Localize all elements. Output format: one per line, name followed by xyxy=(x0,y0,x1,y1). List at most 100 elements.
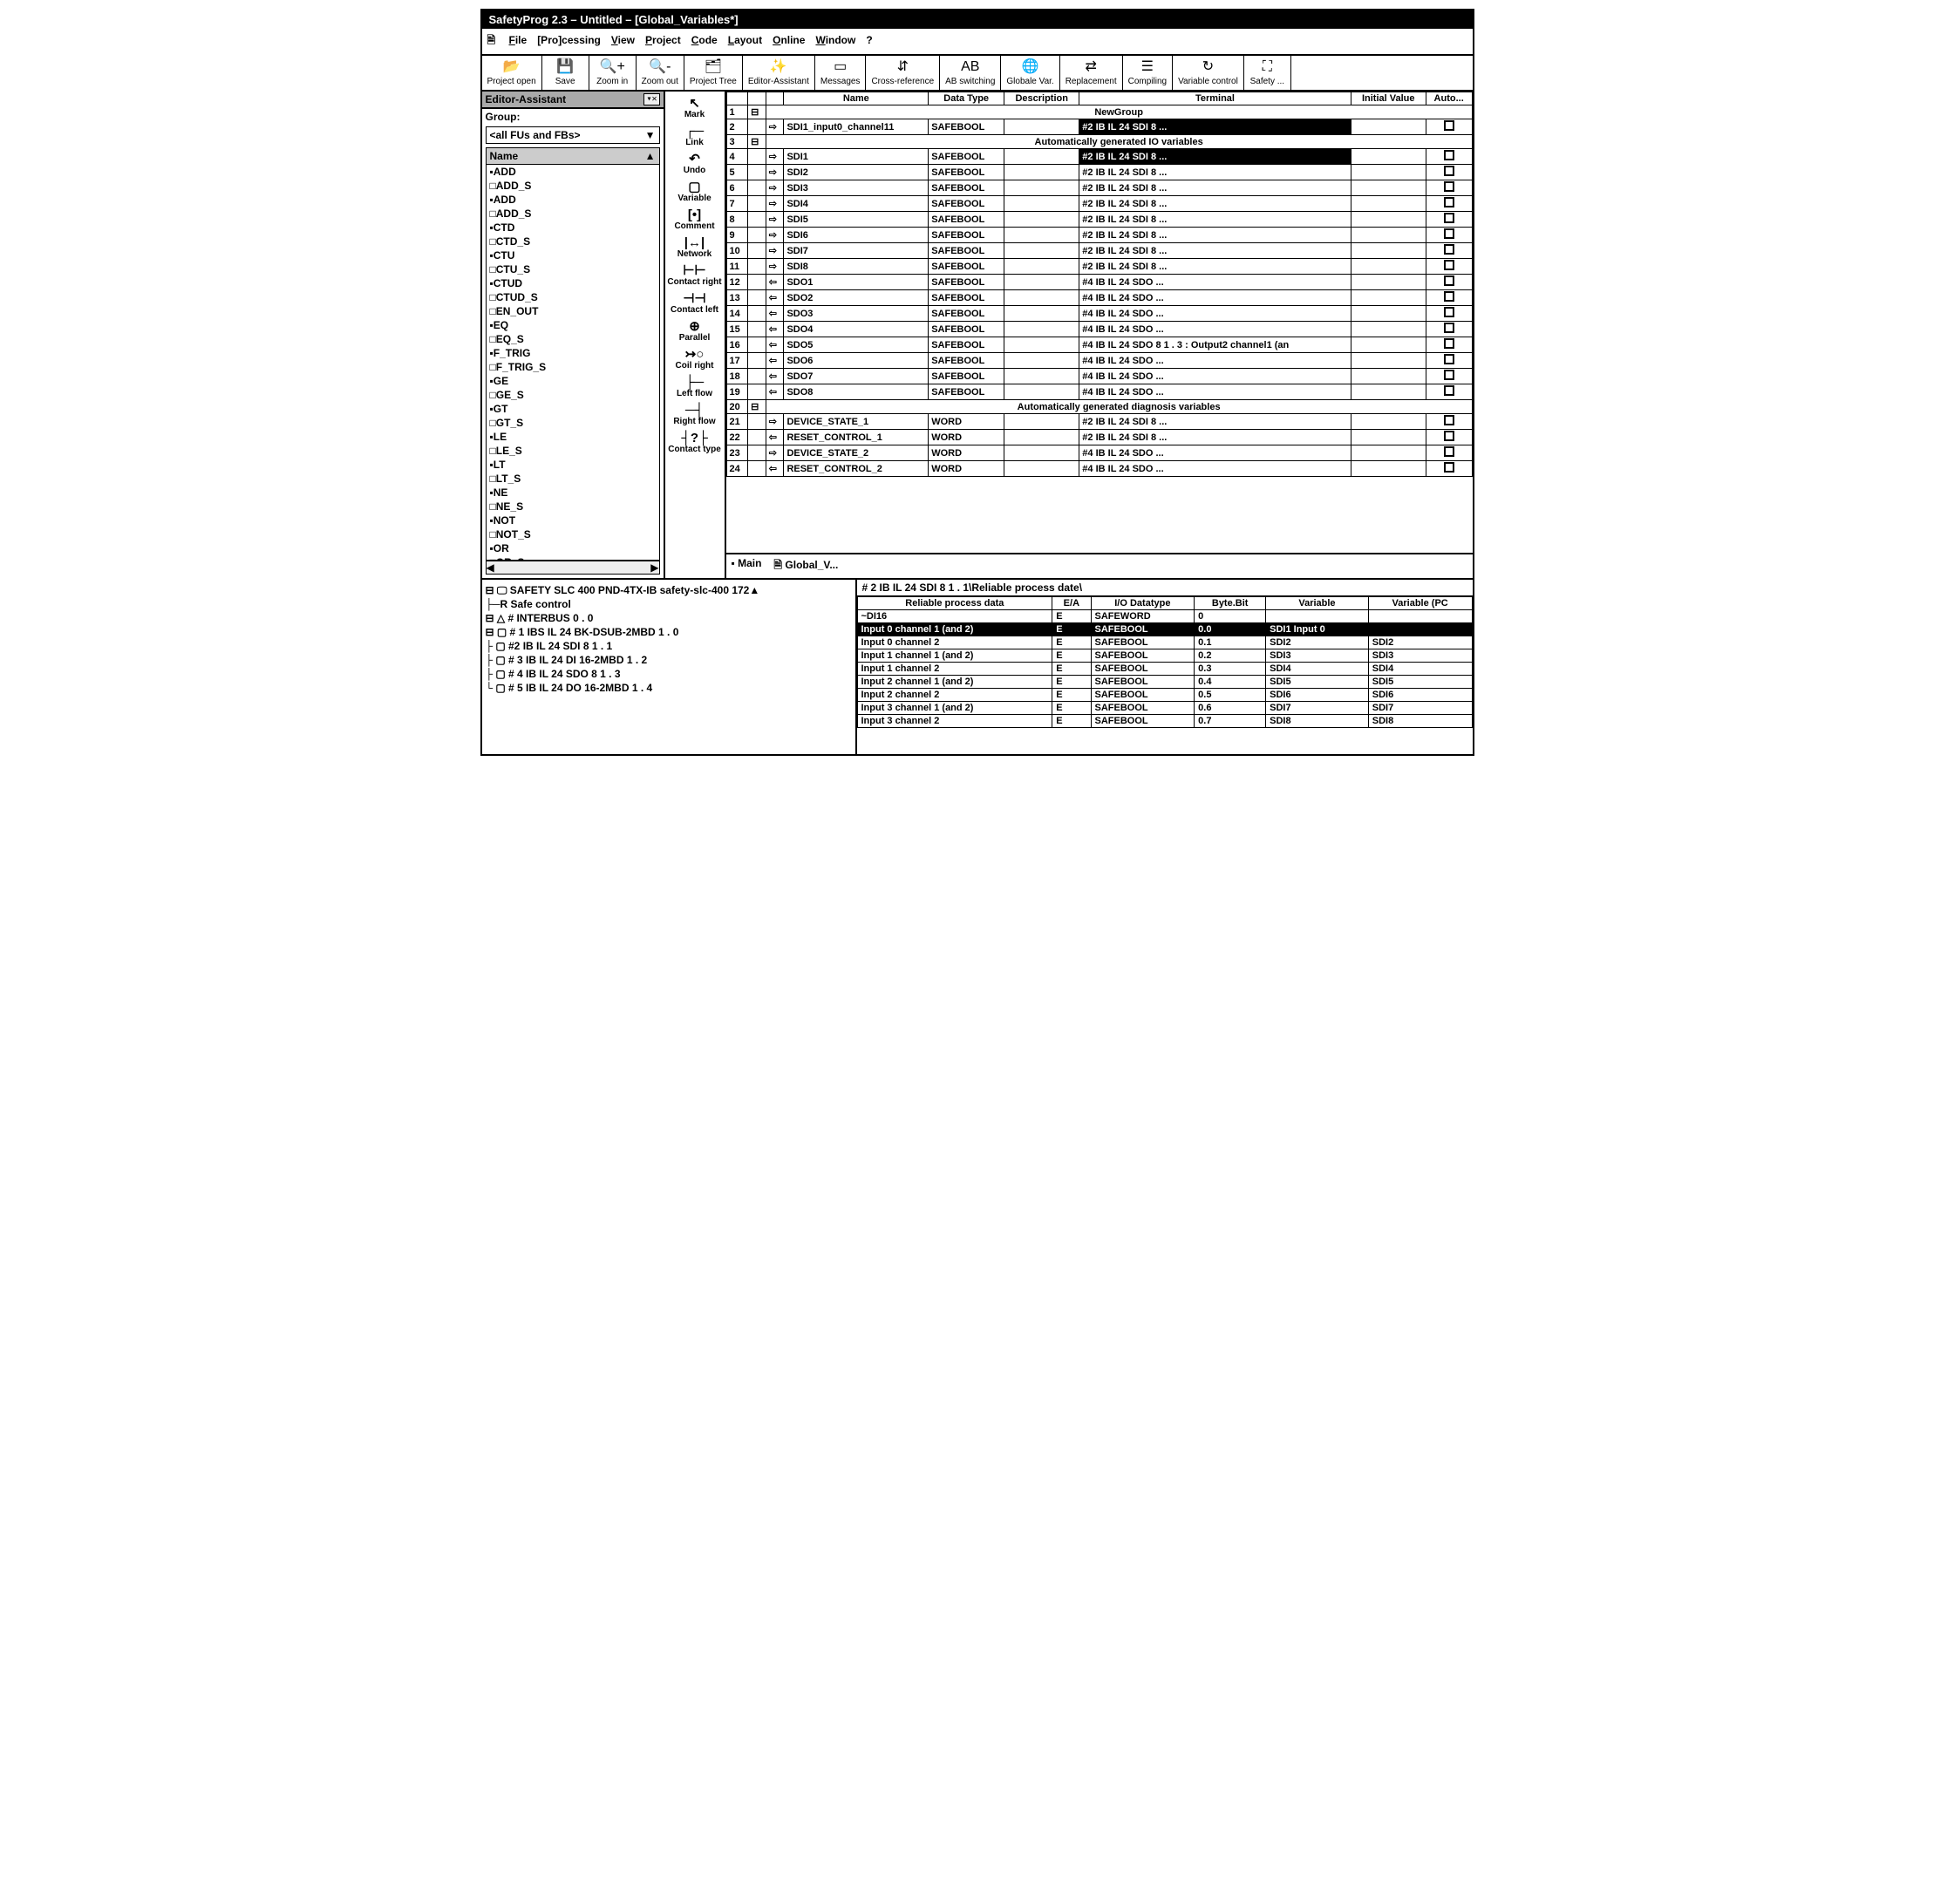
tb-globale-var-[interactable]: 🌐Globale Var. xyxy=(1001,56,1059,90)
var-row[interactable]: 16⇦SDO5SAFEBOOL#4 IB IL 24 SDO 8 1 . 3 :… xyxy=(726,337,1472,353)
tb-safety-[interactable]: ⛶Safety ... xyxy=(1244,56,1291,90)
tb-messages[interactable]: ▭Messages xyxy=(815,56,867,90)
var-row[interactable]: 1⊟NewGroup xyxy=(726,105,1472,119)
tb-editor-assistant[interactable]: ✨Editor-Assistant xyxy=(743,56,815,90)
var-row[interactable]: 11⇨SDI8SAFEBOOL#2 IB IL 24 SDI 8 ... xyxy=(726,259,1472,275)
checkbox-icon[interactable] xyxy=(1444,181,1454,192)
io-row[interactable]: Input 2 channel 1 (and 2)ESAFEBOOL0.4SDI… xyxy=(857,676,1472,689)
fb-item[interactable]: ▪CTUD xyxy=(487,276,659,290)
tb-ab-switching[interactable]: ABAB switching xyxy=(940,56,1001,90)
io-row[interactable]: Input 3 channel 2ESAFEBOOL0.7SDI8SDI8 xyxy=(857,715,1472,728)
col-header[interactable]: Terminal xyxy=(1079,92,1351,105)
io-col[interactable]: Variable (PC xyxy=(1368,597,1472,610)
var-row[interactable]: 19⇦SDO8SAFEBOOL#4 IB IL 24 SDO ... xyxy=(726,384,1472,400)
ea-hscroll[interactable]: ◀▶ xyxy=(486,561,660,575)
checkbox-icon[interactable] xyxy=(1444,462,1454,473)
tree-node[interactable]: ├ ▢ # 3 IB IL 24 DI 16-2MBD 1 . 2 xyxy=(486,653,852,667)
tree-node[interactable]: ⊟ 🖵 SAFETY SLC 400 PND-4TX-IB safety-slc… xyxy=(486,583,852,597)
checkbox-icon[interactable] xyxy=(1444,260,1454,270)
checkbox-icon[interactable] xyxy=(1444,228,1454,239)
fb-item[interactable]: ▪NE xyxy=(487,486,659,500)
checkbox-icon[interactable] xyxy=(1444,291,1454,302)
var-row[interactable]: 22⇦RESET_CONTROL_1WORD#2 IB IL 24 SDI 8 … xyxy=(726,430,1472,445)
tool-contact-right[interactable]: ⊢⊢Contact right xyxy=(667,262,721,289)
tab-main[interactable]: ▪ Main xyxy=(732,557,762,575)
var-row[interactable]: 7⇨SDI4SAFEBOOL#2 IB IL 24 SDI 8 ... xyxy=(726,196,1472,212)
col-header[interactable]: Initial Value xyxy=(1351,92,1426,105)
fb-item[interactable]: ▪OR xyxy=(487,541,659,555)
fb-item[interactable]: ▪LE xyxy=(487,430,659,444)
var-row[interactable]: 24⇦RESET_CONTROL_2WORD#4 IB IL 24 SDO ..… xyxy=(726,461,1472,477)
fb-item[interactable]: □EQ_S xyxy=(487,332,659,346)
menu-[interactable]: ? xyxy=(866,34,872,46)
tree-node[interactable]: ⊟ △ # INTERBUS 0 . 0 xyxy=(486,611,852,625)
tool-mark[interactable]: ↖Mark xyxy=(684,95,705,121)
tool-parallel[interactable]: ⊕Parallel xyxy=(679,318,711,344)
tb-zoom-in[interactable]: 🔍+Zoom in xyxy=(589,56,637,90)
tool-contact-type[interactable]: ┤?├Contact type xyxy=(668,430,721,456)
io-row[interactable]: Input 0 channel 1 (and 2)ESAFEBOOL0.0SDI… xyxy=(857,623,1472,636)
var-row[interactable]: 15⇦SDO4SAFEBOOL#4 IB IL 24 SDO ... xyxy=(726,322,1472,337)
tool-network[interactable]: |↔|Network xyxy=(677,235,711,261)
col-header[interactable] xyxy=(748,92,766,105)
tree-node[interactable]: ├ ▢ # 4 IB IL 24 SDO 8 1 . 3 xyxy=(486,667,852,681)
fb-item[interactable]: □EN_OUT xyxy=(487,304,659,318)
io-row[interactable]: Input 2 channel 2ESAFEBOOL0.5SDI6SDI6 xyxy=(857,689,1472,702)
var-row[interactable]: 12⇦SDO1SAFEBOOL#4 IB IL 24 SDO ... xyxy=(726,275,1472,290)
checkbox-icon[interactable] xyxy=(1444,323,1454,333)
io-col[interactable]: Reliable process data xyxy=(857,597,1052,610)
col-header[interactable]: Description xyxy=(1004,92,1079,105)
io-col[interactable]: Byte.Bit xyxy=(1195,597,1266,610)
fb-item[interactable]: □GT_S xyxy=(487,416,659,430)
fb-item[interactable]: □NE_S xyxy=(487,500,659,513)
io-row[interactable]: Input 3 channel 1 (and 2)ESAFEBOOL0.6SDI… xyxy=(857,702,1472,715)
fb-item[interactable]: ▪NOT xyxy=(487,513,659,527)
tree-node[interactable]: ├ ▢ #2 IB IL 24 SDI 8 1 . 1 xyxy=(486,639,852,653)
editor-tabs[interactable]: ▪ Main 🗎 Global_V... xyxy=(726,553,1473,578)
checkbox-icon[interactable] xyxy=(1444,385,1454,396)
tree-node[interactable]: ├─R Safe control xyxy=(486,597,852,611)
io-row[interactable]: Input 1 channel 2ESAFEBOOL0.3SDI4SDI4 xyxy=(857,663,1472,676)
checkbox-icon[interactable] xyxy=(1444,166,1454,176)
tool-link[interactable]: ┌─Link xyxy=(685,123,704,149)
io-row[interactable]: Input 1 channel 1 (and 2)ESAFEBOOL0.2SDI… xyxy=(857,649,1472,663)
checkbox-icon[interactable] xyxy=(1444,275,1454,286)
checkbox-icon[interactable] xyxy=(1444,446,1454,457)
io-col[interactable]: Variable xyxy=(1266,597,1369,610)
menu-code[interactable]: Code xyxy=(691,34,718,46)
fb-item[interactable]: ▪ADD xyxy=(487,165,659,179)
io-row[interactable]: ~DI16ESAFEWORD0 xyxy=(857,610,1472,623)
variable-grid[interactable]: NameData TypeDescriptionTerminalInitial … xyxy=(726,92,1473,477)
col-header[interactable]: Auto... xyxy=(1426,92,1472,105)
tb-compiling[interactable]: ☰Compiling xyxy=(1123,56,1173,90)
ea-name-header[interactable]: Name ▲ xyxy=(486,147,660,165)
col-header[interactable]: Name xyxy=(784,92,929,105)
fb-item[interactable]: ▪GE xyxy=(487,374,659,388)
fb-item[interactable]: ▪F_TRIG xyxy=(487,346,659,360)
var-row[interactable]: 5⇨SDI2SAFEBOOL#2 IB IL 24 SDI 8 ... xyxy=(726,165,1472,180)
tb-zoom-out[interactable]: 🔍-Zoom out xyxy=(637,56,684,90)
checkbox-icon[interactable] xyxy=(1444,415,1454,425)
fb-item[interactable]: ▪GT xyxy=(487,402,659,416)
fb-item[interactable]: ▪LT xyxy=(487,458,659,472)
io-table[interactable]: Reliable process dataE/AI/O DatatypeByte… xyxy=(857,596,1473,728)
var-row[interactable]: 21⇨DEVICE_STATE_1WORD#2 IB IL 24 SDI 8 .… xyxy=(726,414,1472,430)
io-col[interactable]: E/A xyxy=(1052,597,1091,610)
fb-item[interactable]: □CTUD_S xyxy=(487,290,659,304)
tab-globalv[interactable]: 🗎 Global_V... xyxy=(773,557,838,575)
checkbox-icon[interactable] xyxy=(1444,354,1454,364)
tool-coil-right[interactable]: ↣○Coil right xyxy=(676,346,714,372)
checkbox-icon[interactable] xyxy=(1444,307,1454,317)
checkbox-icon[interactable] xyxy=(1444,120,1454,131)
tb-variable-control[interactable]: ↻Variable control xyxy=(1173,56,1244,90)
checkbox-icon[interactable] xyxy=(1444,338,1454,349)
var-row[interactable]: 9⇨SDI6SAFEBOOL#2 IB IL 24 SDI 8 ... xyxy=(726,228,1472,243)
fb-item[interactable]: □LT_S xyxy=(487,472,659,486)
tool-comment[interactable]: [•]Comment xyxy=(674,207,714,233)
tool-contact-left[interactable]: ⊣⊣Contact left xyxy=(671,290,718,316)
var-row[interactable]: 6⇨SDI3SAFEBOOL#2 IB IL 24 SDI 8 ... xyxy=(726,180,1472,196)
var-row[interactable]: 10⇨SDI7SAFEBOOL#2 IB IL 24 SDI 8 ... xyxy=(726,243,1472,259)
tool-left-flow[interactable]: ├─Left flow xyxy=(677,374,712,400)
fb-item[interactable]: □ADD_S xyxy=(487,207,659,221)
fb-item[interactable]: □F_TRIG_S xyxy=(487,360,659,374)
